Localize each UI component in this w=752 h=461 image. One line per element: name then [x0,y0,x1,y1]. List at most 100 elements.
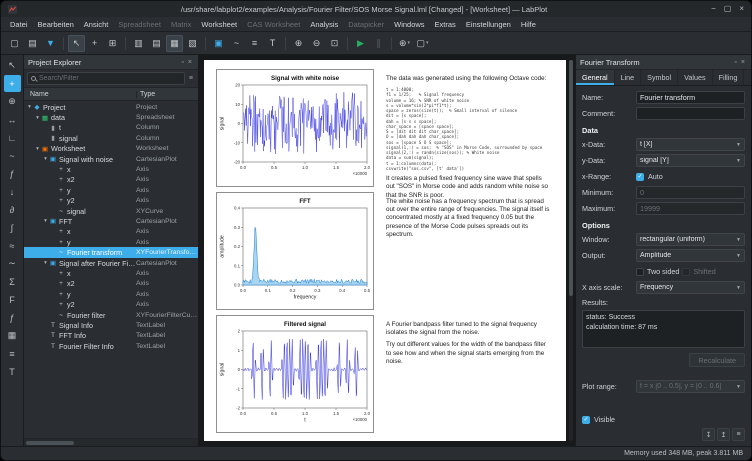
tree-column-headers[interactable]: Name Type [24,88,198,101]
expander-icon[interactable]: ▾ [42,156,49,162]
tree-item-project[interactable]: ▾◆ProjectProject [24,102,198,112]
worksheet-vscrollbar[interactable] [569,60,573,441]
template-load-button[interactable]: ↧ [702,428,715,441]
histogram-icon[interactable]: ▦ [4,327,21,344]
tree-item-fft[interactable]: ▾▣FFTCartesianPlot [24,216,198,226]
tab-filling[interactable]: Filling [713,70,745,85]
tree-item-fourier-filter-info[interactable]: TFourier Filter InfoTextLabel [24,341,198,351]
dock-options-button[interactable]: ≡ [732,428,745,441]
layout-grid-button[interactable]: ▦ [166,35,183,52]
document-open-button[interactable]: ▤ [24,35,41,52]
magnifier-menu-button[interactable]: ▢▾ [414,35,431,52]
layout-horizontal-button[interactable]: ▤ [148,35,165,52]
tree-item-x2[interactable]: +x2Axis [24,175,198,185]
zoom-menu-button[interactable]: ⊕▾ [396,35,413,52]
layout-vertical-button[interactable]: ▥ [130,35,147,52]
tab-general[interactable]: General [576,70,615,85]
minimize-button[interactable]: − [711,5,716,13]
fourier-transform-icon[interactable]: ƒ [4,309,21,326]
auto-range-checkbox[interactable]: ✓ [636,173,644,181]
menu-windows[interactable]: Windows [389,17,429,31]
tree-item-worksheet[interactable]: ▾▣WorksheetWorksheet [24,144,198,154]
crosshair-tool-button[interactable]: + [86,35,103,52]
tree-item-y[interactable]: +yAxis [24,289,198,299]
column-header-name[interactable]: Name [24,91,136,98]
add-text-label-button[interactable]: T [264,35,281,52]
zoom-in-button[interactable]: ⊕ [290,35,307,52]
tree-item-signal-after-fourier-filter[interactable]: ▾▣Signal after Fourier FilterCartesianPl… [24,258,198,268]
tab-symbol[interactable]: Symbol [641,70,678,85]
x-data-combo[interactable]: t [X] ▼ [636,138,745,151]
plot-fft[interactable]: FFT0.40.30.20.10.00.00.10.20.30.40.5freq… [216,192,374,310]
tree-item-x[interactable]: +xAxis [24,227,198,237]
menu-datei[interactable]: Datei [5,17,33,31]
select-tool-button[interactable]: ↖ [68,35,85,52]
zoom-select-icon[interactable]: ⊕ [4,93,21,110]
tree-item-x2[interactable]: +x2Axis [24,279,198,289]
scrollbar-handle[interactable] [26,441,74,445]
template-save-button[interactable]: ↥ [717,428,730,441]
expander-icon[interactable]: ▾ [26,104,33,110]
comment-input[interactable] [636,107,745,120]
zoom-out-button[interactable]: ⊖ [308,35,325,52]
layout-break-button[interactable]: ▧ [184,35,201,52]
add-text-icon[interactable]: T [4,363,21,380]
tab-values[interactable]: Values [678,70,712,85]
add-legend-button[interactable]: ≡ [246,35,263,52]
tree-item-t[interactable]: ▮tColumn [24,123,198,133]
tree-item-signal-info[interactable]: TSignal InfoTextLabel [24,320,198,330]
search-input[interactable] [39,75,181,82]
tree-item-data[interactable]: ▾▦dataSpreadsheet [24,112,198,122]
tree-item-fft-info[interactable]: TFFT InfoTextLabel [24,331,198,341]
tree-item-fourier-filter[interactable]: ~Fourier filterXYFourierFilterCurve [24,310,198,320]
tree-item-x[interactable]: +xAxis [24,268,198,278]
tree-item-y2[interactable]: +y2Axis [24,196,198,206]
expander-icon[interactable]: ▾ [34,146,41,152]
close-icon[interactable]: × [739,59,747,66]
smoothing-icon[interactable]: ∼ [4,255,21,272]
zoom-select-tool-button[interactable]: ⊞ [104,35,121,52]
add-curve-button[interactable]: ~ [228,35,245,52]
equation-curve-icon[interactable]: ƒ [4,165,21,182]
x-axis-scale-combo[interactable]: Frequency ▼ [636,281,745,294]
fit-icon[interactable]: Σ [4,273,21,290]
tree-item-fourier-transform[interactable]: ~Fourier transformXYFourierTransformCurv… [24,247,198,257]
close-icon[interactable]: × [186,59,194,66]
add-axis-icon[interactable]: ∟ [4,129,21,146]
maximize-button[interactable]: ▢ [724,5,732,13]
data-reduction-icon[interactable]: ↓ [4,183,21,200]
add-legend-icon[interactable]: ≡ [4,345,21,362]
tree-item-x[interactable]: +xAxis [24,164,198,174]
document-save-button[interactable]: ▼ [42,35,59,52]
tree-item-signal[interactable]: ~signalXYCurve [24,206,198,216]
plot-signal-with-white-noise[interactable]: Signal with white noise20100-10-200.00.5… [216,69,374,187]
add-plot-button[interactable]: ▣ [210,35,227,52]
name-input[interactable] [636,91,745,104]
differentiation-icon[interactable]: ∂ [4,201,21,218]
menu-einstellungen[interactable]: Einstellungen [461,17,516,31]
menu-worksheet[interactable]: Worksheet [196,17,242,31]
zoom-fit-button[interactable]: ⊡ [326,35,343,52]
window-combo[interactable]: rectangular (uniform) ▼ [636,233,745,246]
explorer-hscrollbar[interactable] [24,438,198,446]
tab-line[interactable]: Line [615,70,642,85]
column-header-type[interactable]: Type [136,91,198,98]
tree-item-signal-with-noise[interactable]: ▾▣Signal with noiseCartesianPlot [24,154,198,164]
add-curve-icon[interactable]: ~ [4,147,21,164]
menu-ansicht[interactable]: Ansicht [79,17,114,31]
crosshair-icon[interactable]: + [4,75,21,92]
menu-bearbeiten[interactable]: Bearbeiten [33,17,79,31]
filter-options-icon[interactable]: ≡ [187,75,195,82]
menu-analysis[interactable]: Analysis [305,17,343,31]
y-data-combo[interactable]: signal [Y] ▼ [636,154,745,167]
document-new-button[interactable]: ▢ [6,35,23,52]
tree-item-y[interactable]: +yAxis [24,185,198,195]
expander-icon[interactable]: ▾ [34,115,41,121]
play-button[interactable]: ▶ [352,35,369,52]
fourier-filter-icon[interactable]: F [4,291,21,308]
tree-item-y[interactable]: +yAxis [24,237,198,247]
integration-icon[interactable]: ∫ [4,219,21,236]
titlebar[interactable]: /usr/share/labplot2/examples/Analysis/Fo… [1,1,751,17]
two-sided-checkbox[interactable]: ✓ [636,268,644,276]
cursor-icon[interactable]: ↖ [4,57,21,74]
